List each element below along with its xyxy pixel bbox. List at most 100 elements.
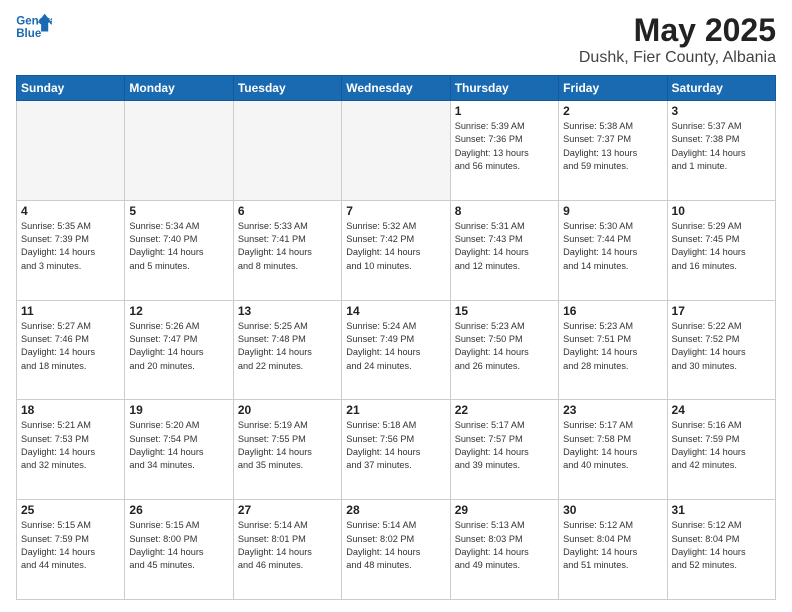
- calendar-cell: 30 Sunrise: 5:12 AM Sunset: 8:04 PM Dayli…: [559, 500, 667, 600]
- cell-info: Sunrise: 5:32 AM Sunset: 7:42 PM Dayligh…: [346, 220, 445, 273]
- day-number: 6: [238, 204, 337, 218]
- cell-info: Sunrise: 5:35 AM Sunset: 7:39 PM Dayligh…: [21, 220, 120, 273]
- calendar-cell: 17 Sunrise: 5:22 AM Sunset: 7:52 PM Dayli…: [667, 300, 775, 400]
- day-number: 24: [672, 403, 771, 417]
- cell-info: Sunrise: 5:27 AM Sunset: 7:46 PM Dayligh…: [21, 320, 120, 373]
- day-number: 26: [129, 503, 228, 517]
- day-number: 7: [346, 204, 445, 218]
- cell-info: Sunrise: 5:22 AM Sunset: 7:52 PM Dayligh…: [672, 320, 771, 373]
- calendar-cell: [233, 101, 341, 201]
- cell-info: Sunrise: 5:13 AM Sunset: 8:03 PM Dayligh…: [455, 519, 554, 572]
- cell-info: Sunrise: 5:24 AM Sunset: 7:49 PM Dayligh…: [346, 320, 445, 373]
- calendar-week-4: 18 Sunrise: 5:21 AM Sunset: 7:53 PM Dayli…: [17, 400, 776, 500]
- cell-info: Sunrise: 5:34 AM Sunset: 7:40 PM Dayligh…: [129, 220, 228, 273]
- day-number: 21: [346, 403, 445, 417]
- cell-info: Sunrise: 5:14 AM Sunset: 8:02 PM Dayligh…: [346, 519, 445, 572]
- cell-info: Sunrise: 5:38 AM Sunset: 7:37 PM Dayligh…: [563, 120, 662, 173]
- day-number: 19: [129, 403, 228, 417]
- day-header-saturday: Saturday: [667, 76, 775, 101]
- cell-info: Sunrise: 5:12 AM Sunset: 8:04 PM Dayligh…: [563, 519, 662, 572]
- calendar-week-1: 1 Sunrise: 5:39 AM Sunset: 7:36 PM Daylig…: [17, 101, 776, 201]
- cell-info: Sunrise: 5:21 AM Sunset: 7:53 PM Dayligh…: [21, 419, 120, 472]
- day-number: 8: [455, 204, 554, 218]
- day-number: 15: [455, 304, 554, 318]
- cell-info: Sunrise: 5:17 AM Sunset: 7:57 PM Dayligh…: [455, 419, 554, 472]
- day-number: 1: [455, 104, 554, 118]
- day-number: 11: [21, 304, 120, 318]
- cell-info: Sunrise: 5:30 AM Sunset: 7:44 PM Dayligh…: [563, 220, 662, 273]
- calendar-cell: 11 Sunrise: 5:27 AM Sunset: 7:46 PM Dayli…: [17, 300, 125, 400]
- day-number: 25: [21, 503, 120, 517]
- calendar-cell: 26 Sunrise: 5:15 AM Sunset: 8:00 PM Dayli…: [125, 500, 233, 600]
- day-number: 16: [563, 304, 662, 318]
- calendar-week-5: 25 Sunrise: 5:15 AM Sunset: 7:59 PM Dayli…: [17, 500, 776, 600]
- calendar-cell: 8 Sunrise: 5:31 AM Sunset: 7:43 PM Daylig…: [450, 200, 558, 300]
- day-number: 3: [672, 104, 771, 118]
- cell-info: Sunrise: 5:26 AM Sunset: 7:47 PM Dayligh…: [129, 320, 228, 373]
- calendar-cell: 5 Sunrise: 5:34 AM Sunset: 7:40 PM Daylig…: [125, 200, 233, 300]
- cell-info: Sunrise: 5:20 AM Sunset: 7:54 PM Dayligh…: [129, 419, 228, 472]
- day-number: 2: [563, 104, 662, 118]
- month-title: May 2025: [579, 12, 776, 49]
- day-header-sunday: Sunday: [17, 76, 125, 101]
- day-number: 13: [238, 304, 337, 318]
- calendar-cell: 28 Sunrise: 5:14 AM Sunset: 8:02 PM Dayli…: [342, 500, 450, 600]
- day-number: 12: [129, 304, 228, 318]
- calendar-cell: 27 Sunrise: 5:14 AM Sunset: 8:01 PM Dayli…: [233, 500, 341, 600]
- calendar-cell: 9 Sunrise: 5:30 AM Sunset: 7:44 PM Daylig…: [559, 200, 667, 300]
- day-number: 28: [346, 503, 445, 517]
- cell-info: Sunrise: 5:15 AM Sunset: 7:59 PM Dayligh…: [21, 519, 120, 572]
- calendar-cell: 25 Sunrise: 5:15 AM Sunset: 7:59 PM Dayli…: [17, 500, 125, 600]
- cell-info: Sunrise: 5:37 AM Sunset: 7:38 PM Dayligh…: [672, 120, 771, 173]
- logo-icon: General Blue: [16, 12, 52, 44]
- day-number: 22: [455, 403, 554, 417]
- day-number: 31: [672, 503, 771, 517]
- calendar-cell: 22 Sunrise: 5:17 AM Sunset: 7:57 PM Dayli…: [450, 400, 558, 500]
- calendar-cell: 24Sunrise: 5:16 AM Sunset: 7:59 PM Dayli…: [667, 400, 775, 500]
- location-subtitle: Dushk, Fier County, Albania: [579, 49, 776, 67]
- day-number: 5: [129, 204, 228, 218]
- calendar-cell: 31Sunrise: 5:12 AM Sunset: 8:04 PM Dayli…: [667, 500, 775, 600]
- calendar-cell: 18 Sunrise: 5:21 AM Sunset: 7:53 PM Dayli…: [17, 400, 125, 500]
- calendar-week-2: 4Sunrise: 5:35 AM Sunset: 7:39 PM Daylig…: [17, 200, 776, 300]
- cell-info: Sunrise: 5:17 AM Sunset: 7:58 PM Dayligh…: [563, 419, 662, 472]
- calendar-cell: 12 Sunrise: 5:26 AM Sunset: 7:47 PM Dayli…: [125, 300, 233, 400]
- day-number: 9: [563, 204, 662, 218]
- calendar-cell: [342, 101, 450, 201]
- calendar-cell: 19 Sunrise: 5:20 AM Sunset: 7:54 PM Dayli…: [125, 400, 233, 500]
- day-number: 10: [672, 204, 771, 218]
- day-number: 17: [672, 304, 771, 318]
- cell-info: Sunrise: 5:39 AM Sunset: 7:36 PM Dayligh…: [455, 120, 554, 173]
- day-number: 27: [238, 503, 337, 517]
- calendar-cell: 16Sunrise: 5:23 AM Sunset: 7:51 PM Dayli…: [559, 300, 667, 400]
- day-number: 29: [455, 503, 554, 517]
- cell-info: Sunrise: 5:18 AM Sunset: 7:56 PM Dayligh…: [346, 419, 445, 472]
- calendar-header-row: SundayMondayTuesdayWednesdayThursdayFrid…: [17, 76, 776, 101]
- day-number: 30: [563, 503, 662, 517]
- day-number: 20: [238, 403, 337, 417]
- cell-info: Sunrise: 5:19 AM Sunset: 7:55 PM Dayligh…: [238, 419, 337, 472]
- calendar-cell: 15 Sunrise: 5:23 AM Sunset: 7:50 PM Dayli…: [450, 300, 558, 400]
- day-header-thursday: Thursday: [450, 76, 558, 101]
- page: General Blue May 2025 Dushk, Fier County…: [0, 0, 792, 612]
- cell-info: Sunrise: 5:15 AM Sunset: 8:00 PM Dayligh…: [129, 519, 228, 572]
- cell-info: Sunrise: 5:33 AM Sunset: 7:41 PM Dayligh…: [238, 220, 337, 273]
- cell-info: Sunrise: 5:14 AM Sunset: 8:01 PM Dayligh…: [238, 519, 337, 572]
- calendar-week-3: 11 Sunrise: 5:27 AM Sunset: 7:46 PM Dayli…: [17, 300, 776, 400]
- calendar-cell: 7 Sunrise: 5:32 AM Sunset: 7:42 PM Daylig…: [342, 200, 450, 300]
- cell-info: Sunrise: 5:31 AM Sunset: 7:43 PM Dayligh…: [455, 220, 554, 273]
- calendar-cell: [17, 101, 125, 201]
- cell-info: Sunrise: 5:23 AM Sunset: 7:50 PM Dayligh…: [455, 320, 554, 373]
- calendar-cell: [125, 101, 233, 201]
- calendar-cell: 2 Sunrise: 5:38 AM Sunset: 7:37 PM Daylig…: [559, 101, 667, 201]
- cell-info: Sunrise: 5:25 AM Sunset: 7:48 PM Dayligh…: [238, 320, 337, 373]
- calendar-cell: 13 Sunrise: 5:25 AM Sunset: 7:48 PM Dayli…: [233, 300, 341, 400]
- day-number: 18: [21, 403, 120, 417]
- day-header-tuesday: Tuesday: [233, 76, 341, 101]
- calendar-cell: 3 Sunrise: 5:37 AM Sunset: 7:38 PM Daylig…: [667, 101, 775, 201]
- cell-info: Sunrise: 5:29 AM Sunset: 7:45 PM Dayligh…: [672, 220, 771, 273]
- header: General Blue May 2025 Dushk, Fier County…: [16, 12, 776, 67]
- calendar-cell: 10 Sunrise: 5:29 AM Sunset: 7:45 PM Dayli…: [667, 200, 775, 300]
- day-header-monday: Monday: [125, 76, 233, 101]
- day-header-friday: Friday: [559, 76, 667, 101]
